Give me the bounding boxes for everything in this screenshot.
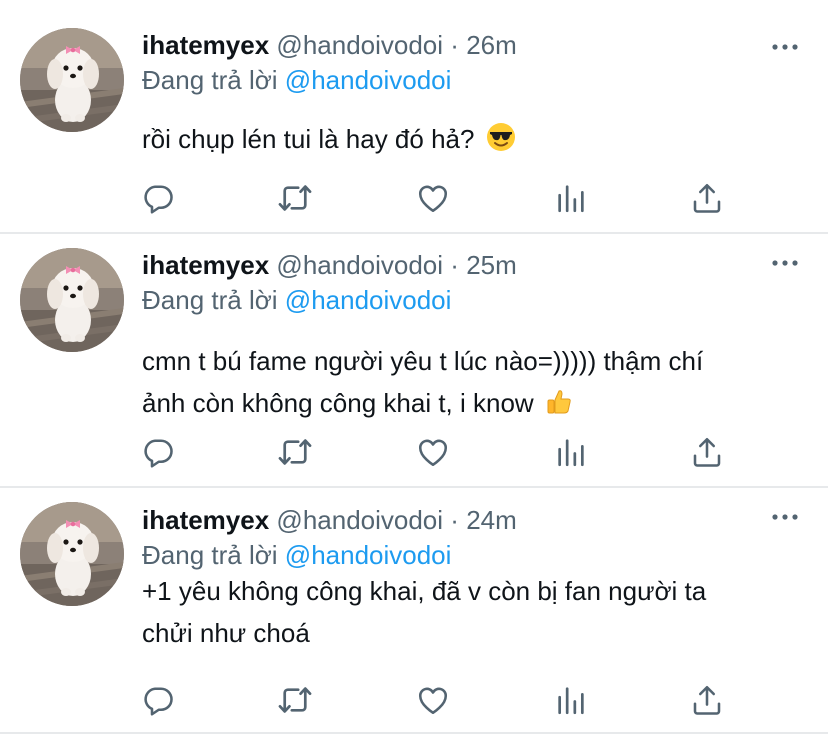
more-icon[interactable] (772, 512, 798, 522)
tweet[interactable]: ihatemyex @handoivodoi · 25m Đang trả lờ… (0, 234, 828, 488)
replying-to-label: Đang trả lời (142, 540, 278, 570)
tweet-text-line: +1 yêu không công khai, đã v còn bị fan … (142, 576, 707, 606)
tweet-header: ihatemyex @handoivodoi · 24m (142, 504, 517, 536)
avatar[interactable] (20, 28, 124, 132)
retweet-button[interactable] (275, 680, 315, 720)
tweet-text-line: cmn t bú fame người yêu t lúc nào=))))) … (142, 346, 704, 376)
like-icon (418, 185, 448, 213)
retweet-icon (278, 439, 312, 465)
reply-icon (144, 439, 173, 468)
replying-to-label: Đang trả lời (142, 65, 278, 95)
share-button[interactable] (687, 178, 727, 218)
like-icon (418, 439, 448, 467)
avatar[interactable] (20, 502, 124, 606)
mention-link[interactable]: @handoivodoi (285, 65, 452, 95)
timestamp[interactable]: 24m (466, 505, 517, 535)
tweet-actions (0, 178, 828, 218)
separator-dot: · (450, 505, 459, 535)
timestamp[interactable]: 26m (466, 30, 517, 60)
user-handle[interactable]: @handoivodoi (276, 505, 443, 535)
reply-icon (144, 185, 173, 214)
tweet-feed: ihatemyex @handoivodoi · 26m Đang trả lờ… (0, 0, 828, 734)
tweet-text-line: chửi như choá (142, 618, 310, 648)
tweet-text-line-wrap: ảnh còn không công khai t, i know (142, 382, 802, 424)
more-icon[interactable] (772, 42, 798, 52)
avatar[interactable] (20, 248, 124, 352)
tweet-actions (0, 432, 828, 472)
tweet-text-line: rồi chụp lén tui là hay đó hả? (142, 124, 475, 154)
tweet-actions (0, 680, 828, 720)
display-name[interactable]: ihatemyex (142, 505, 269, 535)
share-icon (693, 685, 721, 715)
replying-to: Đang trả lời @handoivodoi (142, 64, 451, 96)
like-icon (418, 687, 448, 715)
stats-button[interactable] (551, 680, 591, 720)
reply-icon (144, 687, 173, 716)
reply-button[interactable] (138, 432, 178, 472)
retweet-button[interactable] (275, 178, 315, 218)
timestamp[interactable]: 25m (466, 250, 517, 280)
stats-icon (558, 439, 584, 467)
tweet-header: ihatemyex @handoivodoi · 25m (142, 249, 517, 281)
mention-link[interactable]: @handoivodoi (285, 540, 452, 570)
replying-to: Đang trả lời @handoivodoi (142, 539, 451, 571)
tweet-text: cmn t bú fame người yêu t lúc nào=))))) … (142, 340, 802, 424)
share-icon (693, 437, 721, 467)
reply-button[interactable] (138, 178, 178, 218)
more-icon[interactable] (772, 258, 798, 268)
display-name[interactable]: ihatemyex (142, 30, 269, 60)
tweet-text: +1 yêu không công khai, đã v còn bị fan … (142, 570, 802, 654)
reply-button[interactable] (138, 680, 178, 720)
stats-icon (558, 687, 584, 715)
tweet-text: rồi chụp lén tui là hay đó hả? (142, 118, 802, 160)
share-button[interactable] (687, 680, 727, 720)
user-handle[interactable]: @handoivodoi (276, 30, 443, 60)
share-icon (693, 183, 721, 213)
share-button[interactable] (687, 432, 727, 472)
stats-button[interactable] (551, 178, 591, 218)
display-name[interactable]: ihatemyex (142, 250, 269, 280)
tweet-header: ihatemyex @handoivodoi · 26m (142, 29, 517, 61)
retweet-button[interactable] (275, 432, 315, 472)
smiling-face-with-sunglasses-icon (486, 123, 515, 151)
retweet-icon (278, 185, 312, 211)
user-handle[interactable]: @handoivodoi (276, 250, 443, 280)
stats-button[interactable] (551, 432, 591, 472)
like-button[interactable] (413, 178, 453, 218)
thumbs-up-icon (547, 390, 571, 414)
separator-dot: · (450, 30, 459, 60)
tweet[interactable]: ihatemyex @handoivodoi · 24m Đang trả lờ… (0, 488, 828, 734)
tweet[interactable]: ihatemyex @handoivodoi · 26m Đang trả lờ… (0, 0, 828, 234)
separator-dot: · (450, 250, 459, 280)
replying-to-label: Đang trả lời (142, 285, 278, 315)
retweet-icon (278, 687, 312, 713)
tweet-text-line: ảnh còn không công khai t, i know (142, 388, 534, 418)
mention-link[interactable]: @handoivodoi (285, 285, 452, 315)
like-button[interactable] (413, 432, 453, 472)
like-button[interactable] (413, 680, 453, 720)
stats-icon (558, 185, 584, 213)
replying-to: Đang trả lời @handoivodoi (142, 284, 451, 316)
